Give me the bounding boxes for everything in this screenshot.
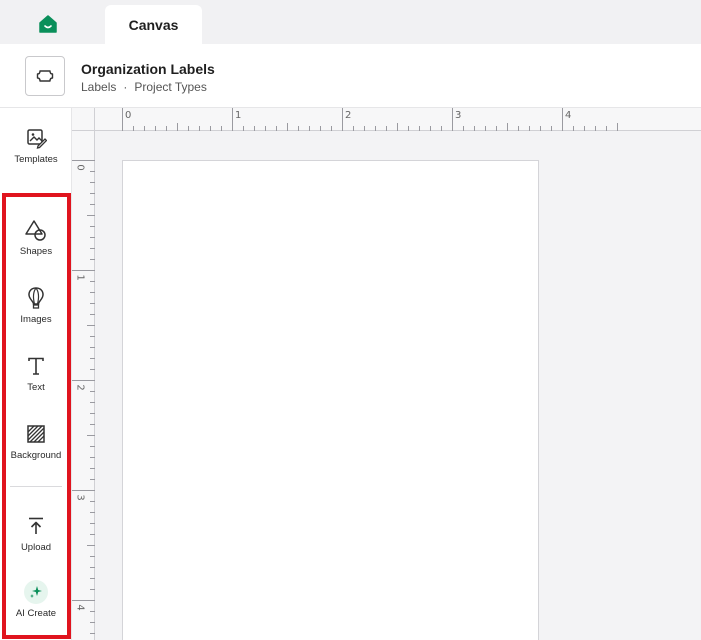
sidebar-item-label: Images [20, 314, 52, 325]
images-icon [24, 286, 48, 310]
document-header: Organization Labels Labels · Project Typ… [0, 44, 701, 108]
sidebar-item-ai-create[interactable]: AI Create [0, 580, 72, 636]
ruler-label: 0 [125, 110, 132, 121]
sidebar-item-text[interactable]: Text [0, 354, 72, 410]
horizontal-ruler: 0 1 2 3 4 [95, 108, 701, 131]
shapes-icon [24, 218, 48, 242]
horizontal-ruler-ticks [122, 108, 618, 131]
ruler-label: 1 [235, 110, 242, 121]
sidebar-item-templates[interactable]: Templates [0, 126, 72, 182]
ruler-label: 2 [345, 110, 352, 121]
home-icon [39, 15, 57, 33]
label-shape-icon [36, 70, 54, 82]
sidebar-item-label: AI Create [15, 608, 57, 619]
breadcrumb-item-project-types[interactable]: Project Types [134, 80, 206, 94]
ruler-label: 0 [74, 164, 86, 171]
breadcrumb: Labels · Project Types [81, 80, 207, 94]
tab-canvas[interactable]: Canvas [105, 5, 202, 44]
templates-icon [24, 126, 48, 150]
sidebar-item-label: Text [27, 382, 45, 393]
sidebar-item-label: Upload [20, 542, 52, 553]
ruler-label: 4 [565, 110, 572, 121]
background-icon [24, 422, 48, 446]
sidebar-item-upload[interactable]: Upload [0, 514, 72, 570]
ruler-label: 2 [74, 384, 86, 391]
sidebar-item-label: Shapes [19, 246, 53, 257]
sidebar-divider [10, 486, 62, 487]
ruler-label: 3 [455, 110, 462, 121]
label-shape-button[interactable] [25, 56, 65, 96]
ruler-corner [72, 108, 95, 131]
sidebar-item-label: Templates [14, 154, 58, 165]
sidebar-item-background[interactable]: Background [0, 422, 72, 478]
breadcrumb-item-labels[interactable]: Labels [81, 80, 116, 94]
ai-sparkle-icon [24, 580, 48, 604]
canvas-page[interactable] [122, 160, 539, 640]
upload-icon [24, 514, 48, 538]
tab-label: Canvas [128, 16, 179, 33]
breadcrumb-separator: · [123, 80, 128, 94]
ruler-label: 3 [74, 494, 86, 501]
ruler-label: 1 [74, 274, 86, 281]
tools-sidebar: Templates Shapes Images Text Background … [0, 108, 72, 640]
home-button[interactable] [36, 12, 60, 36]
sidebar-item-shapes[interactable]: Shapes [0, 218, 72, 274]
text-icon [24, 354, 48, 378]
vertical-ruler: 0 1 2 3 4 [72, 131, 95, 640]
ruler-label: 4 [74, 604, 86, 611]
sidebar-item-label: Background [10, 450, 62, 461]
sidebar-item-images[interactable]: Images [0, 286, 72, 342]
document-title: Organization Labels [81, 61, 215, 77]
top-bar: Canvas [0, 0, 701, 44]
